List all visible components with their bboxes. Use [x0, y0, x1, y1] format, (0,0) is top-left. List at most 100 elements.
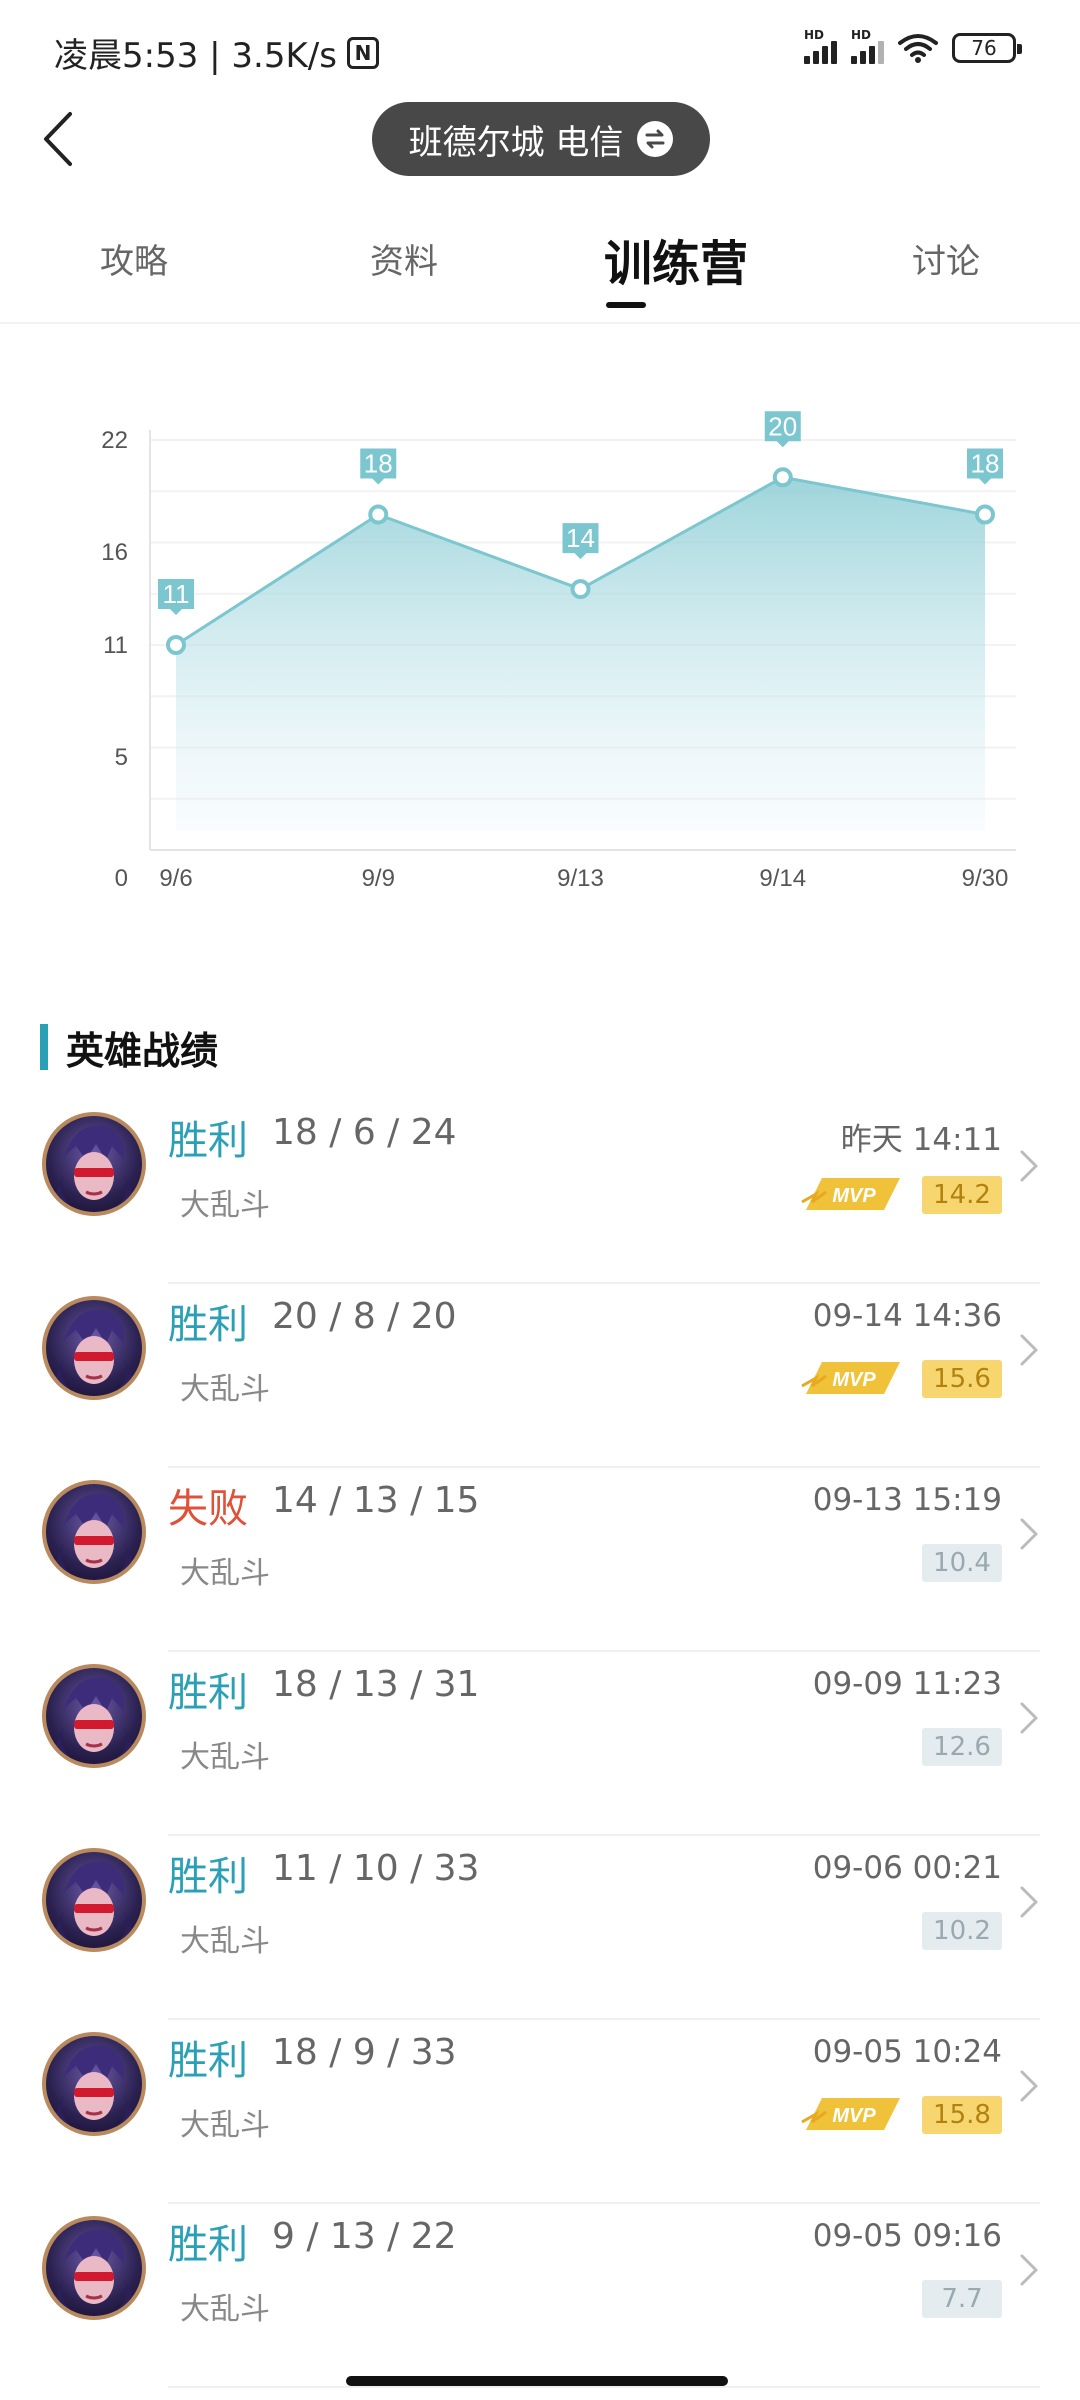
mvp-label: MVP	[832, 1369, 876, 1391]
section-title: 英雄战绩	[66, 1028, 219, 1073]
match-row[interactable]: 胜利 11 / 10 / 33 大乱斗 09-06 00:21 10.2	[0, 1836, 1080, 2020]
match-time: 09-13 15:19	[812, 1482, 1002, 1518]
chart-point	[975, 504, 995, 525]
chart-x-tick: 9/14	[759, 865, 806, 892]
hero-avatar	[42, 2216, 146, 2320]
match-row[interactable]: 失败 14 / 13 / 15 大乱斗 09-13 15:19 10.4	[0, 1468, 1080, 1652]
tab-active-indicator	[606, 302, 646, 308]
match-result: 胜利	[168, 1670, 248, 1716]
match-score: 10.2	[922, 1912, 1002, 1950]
tab-training-camp[interactable]: 训练营	[604, 224, 748, 294]
signal-icon: HD	[804, 28, 837, 64]
signal-icon: HD	[851, 28, 884, 64]
match-row[interactable]: 胜利 18 / 9 / 33 大乱斗 09-05 10:24 MVP 15.8	[0, 2020, 1080, 2204]
wifi-icon	[898, 34, 938, 63]
chart-y-tick: 5	[115, 744, 128, 771]
hero-avatar	[42, 1848, 146, 1952]
mvp-badge-icon: MVP	[801, 1362, 900, 1394]
home-indicator	[346, 2376, 728, 2386]
match-time: 09-06 00:21	[812, 1850, 1002, 1886]
section-hero-record: 英雄战绩	[40, 1022, 219, 1073]
chart-y-tick: 22	[101, 427, 128, 454]
match-time: 09-05 09:16	[812, 2218, 1002, 2254]
mvp-badge-icon: MVP	[801, 1178, 900, 1210]
match-row[interactable]: 胜利 18 / 6 / 24 大乱斗 昨天 14:11 MVP 14.2	[0, 1100, 1080, 1284]
nfc-icon: N	[346, 36, 379, 69]
chevron-right-icon	[1020, 1518, 1038, 1550]
chart-value-label: 11	[163, 579, 190, 609]
match-time: 昨天 14:11	[840, 1122, 1002, 1158]
match-kda: 20 / 8 / 20	[272, 1296, 457, 1337]
match-score: 10.4	[922, 1544, 1002, 1582]
match-score: 7.7	[922, 2280, 1002, 2318]
chevron-right-icon	[1020, 1702, 1038, 1734]
chevron-right-icon	[1020, 1334, 1038, 1366]
chart-point	[368, 504, 389, 525]
match-mode: 大乱斗	[180, 1924, 270, 1959]
match-kda: 18 / 9 / 33	[272, 2032, 457, 2073]
status-right: HD HD 76	[804, 28, 1022, 64]
match-row[interactable]: 胜利 9 / 13 / 22 大乱斗 09-05 09:16 7.7	[0, 2204, 1080, 2388]
chevron-right-icon	[1020, 2070, 1038, 2102]
match-time: 09-14 14:36	[812, 1298, 1002, 1334]
chart-x-tick: 9/13	[557, 865, 604, 892]
chart-y-tick: 0	[115, 865, 128, 892]
tab-guide[interactable]: 攻略	[100, 234, 168, 283]
chevron-right-icon	[1020, 1150, 1038, 1182]
match-mode: 大乱斗	[180, 1188, 270, 1223]
match-result: 胜利	[168, 2038, 248, 2084]
swap-icon	[637, 121, 674, 157]
match-mode: 大乱斗	[180, 1740, 270, 1775]
match-result: 胜利	[168, 1854, 248, 1900]
battery-icon: 76	[952, 33, 1022, 63]
chart-value-label: 20	[768, 411, 797, 441]
match-result: 失败	[168, 1486, 248, 1532]
hd-label: HD	[804, 28, 825, 42]
performance-chart: 0 5 11 16 22 11 18 14 20 18 9/6 9/9 9/13 9/14 9/30	[0, 400, 1080, 920]
back-button[interactable]	[36, 104, 96, 174]
match-row[interactable]: 胜利 20 / 8 / 20 大乱斗 09-14 14:36 MVP 15.6	[0, 1284, 1080, 1468]
match-score: 15.8	[922, 2096, 1002, 2134]
tab-bar: 攻略 资料 训练营 讨论	[0, 220, 1080, 324]
status-bar: 凌晨5:53 | 3.5K/s N HD HD 76	[0, 0, 1080, 100]
match-kda: 11 / 10 / 33	[272, 1848, 480, 1889]
chart-x-tick: 9/6	[159, 865, 192, 892]
match-list: 胜利 18 / 6 / 24 大乱斗 昨天 14:11 MVP 14.2 胜利	[0, 1100, 1080, 2388]
chevron-right-icon	[1020, 1886, 1038, 1918]
server-switch-button[interactable]: 班德尔城 电信	[372, 102, 710, 176]
match-mode: 大乱斗	[180, 1556, 270, 1591]
status-left: 凌晨5:53 | 3.5K/s N	[54, 28, 379, 77]
chart-point	[166, 635, 186, 655]
chart-x-tick: 9/9	[362, 865, 395, 892]
hd-label: HD	[851, 28, 872, 42]
match-kda: 18 / 13 / 31	[272, 1664, 480, 1705]
match-mode: 大乱斗	[180, 1372, 270, 1407]
match-row[interactable]: 胜利 18 / 13 / 31 大乱斗 09-09 11:23 12.6	[0, 1652, 1080, 1836]
row-divider	[168, 2386, 1040, 2388]
hero-avatar	[42, 1296, 146, 1400]
chart-x-tick: 9/30	[962, 865, 1009, 892]
mvp-label: MVP	[832, 1185, 876, 1207]
match-result: 胜利	[168, 2222, 248, 2268]
match-score: 14.2	[922, 1176, 1002, 1214]
chart-y-tick: 16	[101, 539, 128, 566]
match-kda: 9 / 13 / 22	[272, 2216, 457, 2257]
chart-value-label: 18	[971, 449, 1000, 479]
status-time: 凌晨5:53 | 3.5K/s	[54, 36, 337, 76]
section-accent-bar	[40, 1024, 48, 1070]
match-score: 12.6	[922, 1728, 1002, 1766]
hero-avatar	[42, 1480, 146, 1584]
match-score: 15.6	[922, 1360, 1002, 1398]
chart-value-label: 18	[364, 449, 393, 479]
match-mode: 大乱斗	[180, 2108, 270, 2143]
chart-value-label: 14	[566, 523, 595, 553]
tab-info[interactable]: 资料	[370, 234, 438, 283]
match-result: 胜利	[168, 1302, 248, 1348]
chart-point	[772, 467, 793, 488]
match-mode: 大乱斗	[180, 2292, 270, 2327]
mvp-label: MVP	[832, 2105, 876, 2127]
hero-avatar	[42, 1112, 146, 1216]
hero-avatar	[42, 2032, 146, 2136]
match-kda: 14 / 13 / 15	[272, 1480, 480, 1521]
tab-discussion[interactable]: 讨论	[912, 234, 980, 283]
